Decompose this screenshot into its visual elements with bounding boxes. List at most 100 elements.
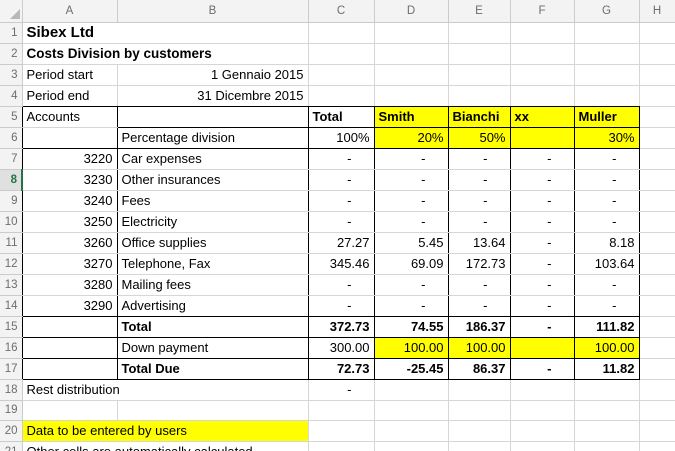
- account-muller-cell[interactable]: -: [574, 295, 639, 316]
- select-all-corner[interactable]: [0, 0, 22, 22]
- account-code-cell[interactable]: 3220: [22, 148, 117, 169]
- empty-cell[interactable]: [639, 441, 675, 451]
- column-header-h[interactable]: H: [639, 0, 675, 22]
- account-bianchi-cell[interactable]: -: [448, 169, 510, 190]
- empty-cell[interactable]: [448, 43, 510, 64]
- empty-cell[interactable]: [639, 148, 675, 169]
- period-start-value-cell[interactable]: 1 Gennaio 2015: [117, 64, 308, 85]
- empty-cell[interactable]: [510, 379, 574, 400]
- account-name-cell[interactable]: Other insurances: [117, 169, 308, 190]
- empty-cell[interactable]: [639, 169, 675, 190]
- total-row-muller-cell[interactable]: 111.82: [574, 316, 639, 337]
- empty-cell[interactable]: [639, 316, 675, 337]
- down-payment-label-cell[interactable]: Down payment: [117, 337, 308, 358]
- account-name-cell[interactable]: Electricity: [117, 211, 308, 232]
- subtitle-cell[interactable]: Costs Division by customers: [22, 43, 308, 64]
- empty-cell[interactable]: [308, 22, 374, 43]
- empty-cell[interactable]: [639, 358, 675, 379]
- empty-cell[interactable]: [639, 420, 675, 441]
- row-header-5[interactable]: 5: [0, 106, 22, 127]
- empty-cell[interactable]: [639, 106, 675, 127]
- empty-cell[interactable]: [639, 379, 675, 400]
- total-due-bianchi-cell[interactable]: 86.37: [448, 358, 510, 379]
- account-name-cell[interactable]: Office supplies: [117, 232, 308, 253]
- column-header-d[interactable]: D: [374, 0, 448, 22]
- row-header-21[interactable]: 21: [0, 441, 22, 451]
- row-header-7[interactable]: 7: [0, 148, 22, 169]
- down-payment-smith-cell[interactable]: 100.00: [374, 337, 448, 358]
- row-header-20[interactable]: 20: [0, 420, 22, 441]
- total-row-total-cell[interactable]: 372.73: [308, 316, 374, 337]
- account-bianchi-cell[interactable]: -: [448, 211, 510, 232]
- account-bianchi-cell[interactable]: -: [448, 274, 510, 295]
- empty-cell[interactable]: [510, 400, 574, 420]
- account-name-cell[interactable]: Fees: [117, 190, 308, 211]
- empty-cell[interactable]: [22, 316, 117, 337]
- row-header-11[interactable]: 11: [0, 232, 22, 253]
- empty-cell[interactable]: [117, 400, 308, 420]
- row-header-10[interactable]: 10: [0, 211, 22, 232]
- account-bianchi-cell[interactable]: 172.73: [448, 253, 510, 274]
- row-header-4[interactable]: 4: [0, 85, 22, 106]
- account-xx-cell[interactable]: -: [510, 274, 574, 295]
- row-header-19[interactable]: 19: [0, 400, 22, 420]
- row-header-2[interactable]: 2: [0, 43, 22, 64]
- account-smith-cell[interactable]: -: [374, 274, 448, 295]
- empty-cell[interactable]: [374, 64, 448, 85]
- account-code-cell[interactable]: 3260: [22, 232, 117, 253]
- total-due-total-cell[interactable]: 72.73: [308, 358, 374, 379]
- empty-cell[interactable]: [374, 441, 448, 451]
- account-bianchi-cell[interactable]: -: [448, 148, 510, 169]
- empty-cell[interactable]: [639, 337, 675, 358]
- column-header-b[interactable]: B: [117, 0, 308, 22]
- total-due-xx-cell[interactable]: -: [510, 358, 574, 379]
- rest-distribution-value-cell[interactable]: -: [308, 379, 374, 400]
- account-xx-cell[interactable]: -: [510, 295, 574, 316]
- account-smith-cell[interactable]: 5.45: [374, 232, 448, 253]
- account-name-cell[interactable]: Car expenses: [117, 148, 308, 169]
- empty-cell[interactable]: [308, 400, 374, 420]
- total-due-smith-cell[interactable]: -25.45: [374, 358, 448, 379]
- account-smith-cell[interactable]: 69.09: [374, 253, 448, 274]
- empty-cell[interactable]: [639, 190, 675, 211]
- account-code-cell[interactable]: 3280: [22, 274, 117, 295]
- account-xx-cell[interactable]: -: [510, 148, 574, 169]
- rest-distribution-label-cell[interactable]: Rest distribution: [22, 379, 308, 400]
- account-muller-cell[interactable]: -: [574, 148, 639, 169]
- account-xx-cell[interactable]: -: [510, 211, 574, 232]
- empty-cell[interactable]: [448, 22, 510, 43]
- account-total-cell[interactable]: -: [308, 190, 374, 211]
- empty-cell[interactable]: [639, 274, 675, 295]
- row-header-15[interactable]: 15: [0, 316, 22, 337]
- empty-cell[interactable]: [308, 441, 374, 451]
- empty-cell[interactable]: [308, 43, 374, 64]
- account-code-cell[interactable]: 3240: [22, 190, 117, 211]
- down-payment-bianchi-cell[interactable]: 100.00: [448, 337, 510, 358]
- percentage-division-label-cell[interactable]: Percentage division: [117, 127, 308, 148]
- empty-cell[interactable]: [510, 43, 574, 64]
- empty-cell[interactable]: [374, 420, 448, 441]
- account-total-cell[interactable]: -: [308, 169, 374, 190]
- column-header-a[interactable]: A: [22, 0, 117, 22]
- empty-cell[interactable]: [374, 85, 448, 106]
- empty-cell[interactable]: [22, 127, 117, 148]
- account-bianchi-cell[interactable]: 13.64: [448, 232, 510, 253]
- row-header-18[interactable]: 18: [0, 379, 22, 400]
- account-xx-cell[interactable]: -: [510, 190, 574, 211]
- column-header-f[interactable]: F: [510, 0, 574, 22]
- account-muller-cell[interactable]: 8.18: [574, 232, 639, 253]
- row-header-3[interactable]: 3: [0, 64, 22, 85]
- row-header-16[interactable]: 16: [0, 337, 22, 358]
- account-total-cell[interactable]: 27.27: [308, 232, 374, 253]
- account-total-cell[interactable]: -: [308, 274, 374, 295]
- total-row-label-cell[interactable]: Total: [117, 316, 308, 337]
- empty-cell[interactable]: [308, 64, 374, 85]
- period-start-label-cell[interactable]: Period start: [22, 64, 117, 85]
- empty-cell[interactable]: [639, 127, 675, 148]
- account-code-cell[interactable]: 3230: [22, 169, 117, 190]
- empty-cell[interactable]: [639, 232, 675, 253]
- period-end-value-cell[interactable]: 31 Dicembre 2015: [117, 85, 308, 106]
- empty-cell[interactable]: [374, 400, 448, 420]
- row-header-13[interactable]: 13: [0, 274, 22, 295]
- down-payment-xx-cell[interactable]: [510, 337, 574, 358]
